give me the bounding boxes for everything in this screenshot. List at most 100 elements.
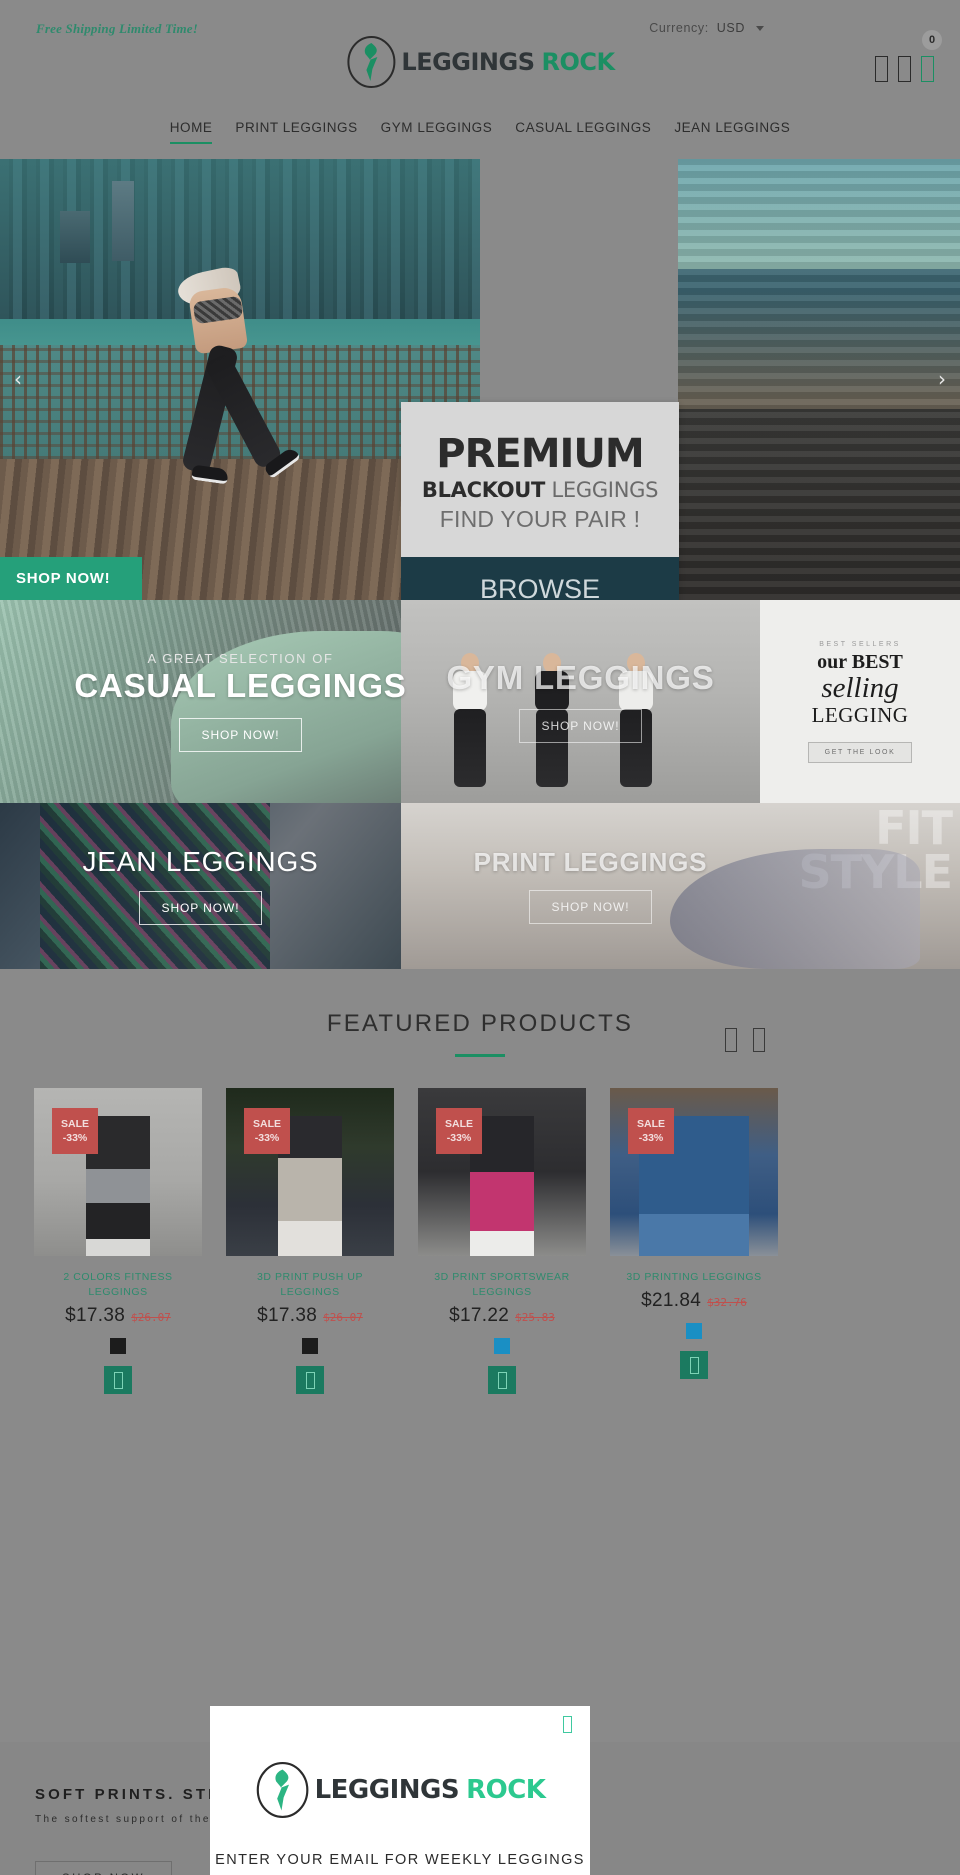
bottom-promo-shop-now-button[interactable]: SHOP NOW — [35, 1861, 172, 1875]
logo-word-rock: ROCK — [541, 48, 616, 76]
add-to-cart-button[interactable] — [680, 1351, 708, 1380]
hero-headline-premium: PREMIUM — [436, 431, 644, 477]
featured-title-underline — [455, 1054, 505, 1057]
add-to-cart-button[interactable] — [296, 1366, 324, 1395]
product-price: $17.22 — [449, 1305, 510, 1327]
product-title[interactable]: 3D PRINT PUSH UP LEGGINGS — [226, 1270, 394, 1300]
jean-title: JEAN LEGGINGS — [82, 846, 319, 878]
jean-shop-now-button[interactable]: SHOP NOW! — [138, 890, 263, 925]
gym-overlay: GYM LEGGINGS SHOP NOW! — [401, 658, 960, 744]
product-image[interactable]: SALE -33% — [226, 1088, 394, 1256]
add-to-cart-icon — [689, 1356, 699, 1374]
color-swatch-black[interactable] — [302, 1338, 318, 1355]
casual-shop-now-button[interactable]: SHOP NOW! — [178, 717, 303, 752]
print-title: PRINT LEGGINGS — [473, 847, 708, 878]
carousel-next-icon[interactable] — [753, 1028, 765, 1052]
product-image[interactable]: SALE -33% — [34, 1088, 202, 1256]
cart-count-badge: 0 — [922, 30, 942, 50]
nav-item-gym-leggings[interactable]: GYM LEGGINGS — [381, 120, 493, 142]
product-card[interactable]: SALE -33% 3D PRINT PUSH UP LEGGINGS $17.… — [226, 1088, 394, 1395]
cart-button[interactable]: 0 — [921, 30, 942, 82]
sale-label: SALE — [636, 1117, 665, 1130]
hero-promo-card[interactable]: PREMIUM BLACKOUT LEGGINGS FIND YOUR PAIR… — [401, 402, 679, 600]
shopping-cart-icon — [921, 56, 934, 82]
hero-runner-model — [150, 264, 350, 559]
hero-word-blackout: BLACKOUT — [421, 478, 546, 502]
product-image[interactable]: SALE -33% — [610, 1088, 778, 1256]
product-swatches — [34, 1338, 202, 1355]
product-price: $17.38 — [257, 1305, 318, 1327]
search-icon[interactable] — [875, 56, 888, 82]
product-price: $21.84 — [641, 1290, 702, 1312]
color-swatch-black[interactable] — [110, 1338, 126, 1355]
product-swatches — [418, 1338, 586, 1355]
leggings-logo-icon — [345, 36, 397, 88]
nav-item-home[interactable]: HOME — [169, 120, 213, 144]
sale-percent: -33% — [62, 1132, 88, 1144]
product-title[interactable]: 2 COLORS FITNESS LEGGINGS — [34, 1270, 202, 1300]
logo-word-leggings: LEGGINGS — [401, 48, 535, 76]
nav-item-jean-leggings[interactable]: JEAN LEGGINGS — [674, 120, 790, 142]
currency-label: Currency: — [649, 21, 709, 35]
product-old-price: $25.83 — [515, 1311, 555, 1325]
product-card[interactable]: SALE -33% 3D PRINT SPORTSWEAR LEGGINGS $… — [418, 1088, 586, 1395]
sale-badge: SALE -33% — [628, 1108, 674, 1154]
user-account-icon[interactable] — [898, 56, 911, 82]
category-banner-print[interactable]: FIT STYLE PRINT LEGGINGS SHOP NOW! — [401, 803, 960, 969]
modal-heading: ENTER YOUR EMAIL FOR WEEKLY LEGGINGS — [215, 1852, 585, 1868]
add-to-cart-button[interactable] — [488, 1366, 516, 1395]
hero-browse-blackouts-button[interactable]: BROWSE BLACKOUTS — [401, 557, 679, 600]
gym-shop-now-button[interactable]: SHOP NOW! — [518, 709, 643, 744]
carousel-prev-icon[interactable] — [725, 1028, 737, 1052]
header-icon-group: 0 — [875, 30, 942, 82]
category-banner-gym[interactable]: BEST SELLERS our BEST selling LEGGING GE… — [401, 600, 960, 803]
nav-item-casual-leggings[interactable]: CASUAL LEGGINGS — [515, 120, 651, 142]
sale-badge: SALE -33% — [244, 1108, 290, 1154]
close-icon[interactable] — [563, 1716, 572, 1733]
product-price: $17.38 — [65, 1305, 126, 1327]
color-swatch-blue[interactable] — [494, 1338, 510, 1355]
product-title[interactable]: 3D PRINTING LEGGINGS — [610, 1270, 778, 1285]
featured-products-header: FEATURED PRODUCTS — [0, 1010, 960, 1057]
hero-shop-now-button[interactable]: SHOP NOW! — [0, 557, 142, 600]
featured-products-title: FEATURED PRODUCTS — [326, 1010, 634, 1037]
site-logo[interactable]: LEGGINGS ROCK — [345, 36, 616, 88]
nav-item-print-leggings[interactable]: PRINT LEGGINGS — [235, 120, 357, 142]
add-to-cart-button[interactable] — [104, 1366, 132, 1395]
hero-next-arrow-icon[interactable]: › — [938, 367, 946, 391]
jean-overlay: JEAN LEGGINGS SHOP NOW! — [0, 846, 401, 925]
add-to-cart-icon — [305, 1371, 315, 1389]
chevron-down-icon — [756, 25, 764, 31]
hero-carousel: PREMIUM BLACKOUT LEGGINGS FIND YOUR PAIR… — [0, 159, 960, 600]
product-grid: SALE -33% 2 COLORS FITNESS LEGGINGS $17.… — [34, 1088, 934, 1395]
hero-prev-arrow-icon[interactable]: ‹ — [14, 367, 22, 391]
hero-word-leggings: LEGGINGS — [551, 478, 659, 502]
hero-building — [60, 211, 90, 263]
sale-percent: -33% — [638, 1132, 664, 1144]
product-card[interactable]: SALE -33% 3D PRINTING LEGGINGS $21.84 $3… — [610, 1088, 778, 1394]
runner-shoe-left — [191, 464, 229, 485]
product-card[interactable]: SALE -33% 2 COLORS FITNESS LEGGINGS $17.… — [34, 1088, 202, 1395]
hero-headline-blackout-leggings: BLACKOUT LEGGINGS — [421, 478, 659, 502]
main-navigation: HOME PRINT LEGGINGS GYM LEGGINGS CASUAL … — [0, 120, 960, 144]
color-swatch-blue[interactable] — [686, 1323, 702, 1340]
currency-value: USD — [716, 21, 745, 35]
product-price-row: $17.38 $26.07 — [226, 1305, 394, 1327]
hero-next-blur — [678, 159, 960, 600]
sale-label: SALE — [252, 1117, 281, 1130]
modal-logo: LEGGINGS ROCK — [255, 1762, 546, 1818]
product-image[interactable]: SALE -33% — [418, 1088, 586, 1256]
product-old-price: $26.07 — [323, 1311, 363, 1325]
gym-title: GYM LEGGINGS — [446, 658, 715, 696]
promo-kicker: BEST SELLERS — [819, 640, 901, 648]
product-title[interactable]: 3D PRINT SPORTSWEAR LEGGINGS — [418, 1270, 586, 1300]
print-shop-now-button[interactable]: SHOP NOW! — [528, 889, 653, 924]
promo-get-the-look-button[interactable]: GET THE LOOK — [807, 741, 913, 763]
hero-skyscraper — [112, 181, 134, 261]
category-banner-jean[interactable]: JEAN LEGGINGS SHOP NOW! — [0, 803, 401, 969]
hero-headline-find-your-pair: FIND YOUR PAIR ! — [439, 506, 641, 532]
page-root: Free Shipping Limited Time! Currency: US… — [0, 0, 960, 1875]
runner-legs — [178, 343, 301, 505]
modal-logo-wordmark: LEGGINGS ROCK — [315, 1775, 546, 1805]
currency-selector[interactable]: Currency: USD — [649, 21, 764, 35]
